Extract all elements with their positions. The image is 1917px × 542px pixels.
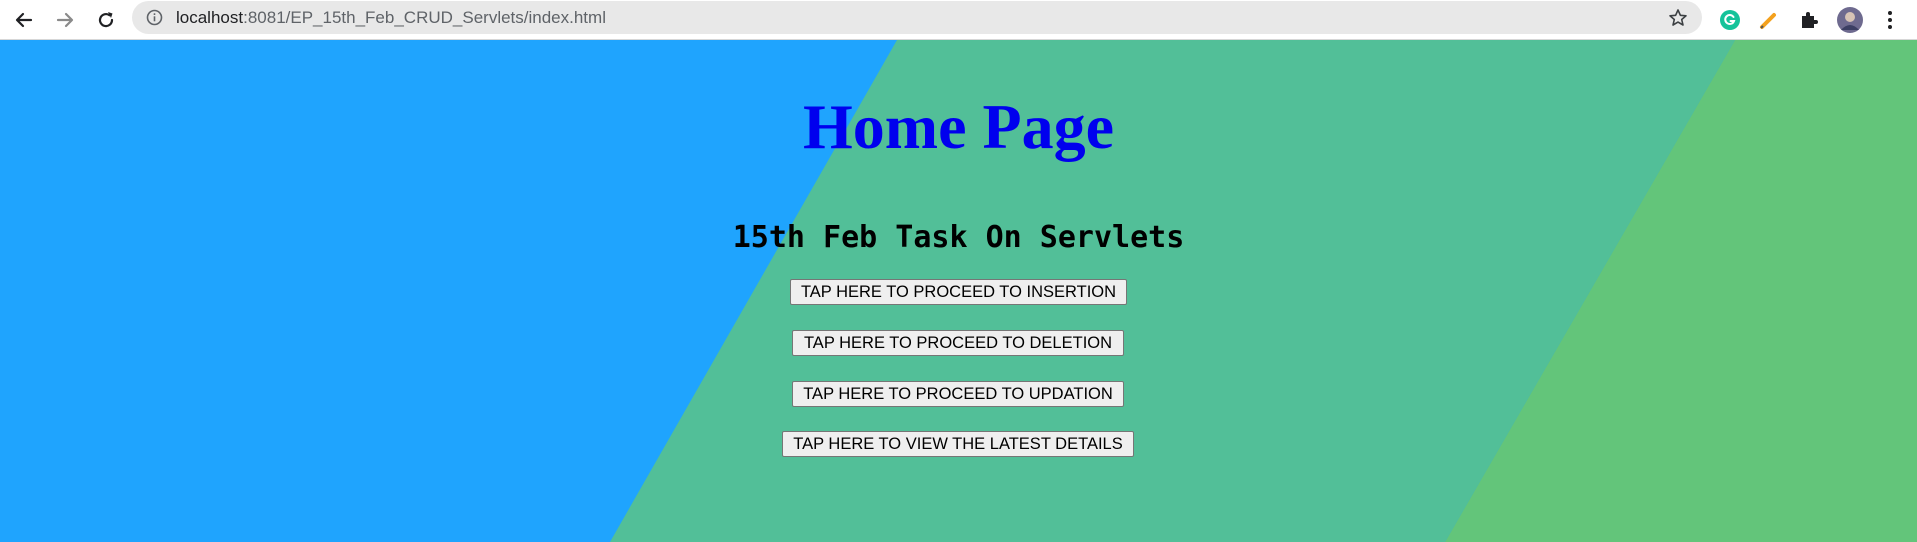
page-title: Home Page (803, 91, 1114, 162)
kebab-menu-icon (1888, 11, 1892, 29)
extensions-button[interactable] (1795, 6, 1823, 34)
bookmark-star-icon[interactable] (1668, 8, 1688, 28)
url-path: :8081/EP_15th_Feb_CRUD_Servlets/index.ht… (243, 8, 606, 27)
pencil-icon (1760, 13, 1776, 29)
menu-button[interactable] (1876, 6, 1904, 34)
browser-toolbar: localhost:8081/EP_15th_Feb_CRUD_Servlets… (0, 0, 1917, 40)
page-content: Home Page 15th Feb Task On Servlets TAP … (0, 40, 1917, 542)
profile-button[interactable] (1836, 6, 1864, 34)
url-host: localhost (176, 8, 244, 27)
pencil-extension-button[interactable] (1755, 6, 1783, 34)
reload-button[interactable] (92, 6, 120, 34)
grammarly-icon (1720, 10, 1740, 30)
puzzle-icon (1802, 12, 1818, 28)
back-arrow-icon (15, 12, 33, 28)
avatar (1837, 7, 1863, 33)
reload-icon (98, 12, 114, 28)
address-bar[interactable]: localhost:8081/EP_15th_Feb_CRUD_Servlets… (132, 1, 1702, 34)
grammarly-extension-button[interactable] (1716, 6, 1744, 34)
updation-button[interactable]: TAP HERE TO PROCEED TO UPDATION (792, 381, 1124, 407)
page-subtitle: 15th Feb Task On Servlets (732, 220, 1185, 255)
insertion-button[interactable]: TAP HERE TO PROCEED TO INSERTION (790, 279, 1127, 305)
back-button[interactable] (10, 6, 38, 34)
deletion-button[interactable]: TAP HERE TO PROCEED TO DELETION (792, 330, 1124, 356)
view-details-button[interactable]: TAP HERE TO VIEW THE LATEST DETAILS (782, 431, 1134, 457)
forward-button[interactable] (51, 6, 79, 34)
info-icon[interactable] (146, 9, 163, 26)
url-text[interactable]: localhost:8081/EP_15th_Feb_CRUD_Servlets… (176, 8, 606, 28)
forward-arrow-icon (56, 12, 74, 28)
